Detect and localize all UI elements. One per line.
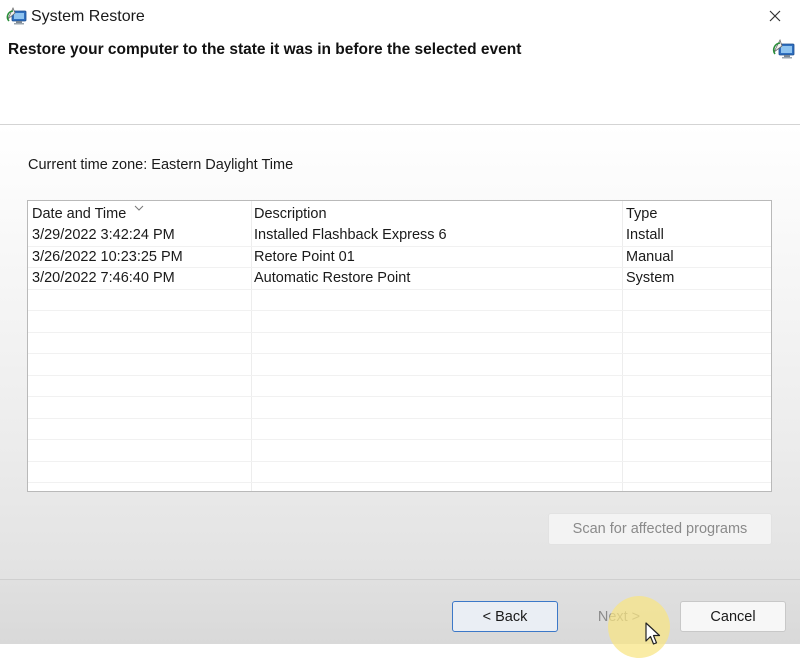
dialog-footer: < Back Next > Cancel	[0, 579, 800, 644]
empty-row	[28, 290, 771, 311]
restore-point-type: Manual	[626, 248, 674, 265]
system-restore-icon	[6, 5, 28, 27]
list-item[interactable]: 3/26/2022 10:23:25 PM Retore Point 01 Ma…	[28, 247, 771, 268]
window-title: System Restore	[31, 8, 145, 25]
list-header: Date and Time Description Type	[28, 201, 771, 225]
time-zone-label: Current time zone: Eastern Daylight Time	[28, 157, 294, 173]
empty-row	[28, 354, 771, 376]
system-restore-icon	[772, 36, 796, 62]
empty-row	[28, 333, 771, 354]
close-icon	[769, 10, 781, 22]
restore-point-date: 3/29/2022 3:42:24 PM	[32, 227, 175, 243]
restore-point-date: 3/20/2022 7:46:40 PM	[32, 270, 175, 286]
empty-row	[28, 376, 771, 397]
restore-point-type: System	[626, 270, 675, 286]
cancel-button[interactable]: Cancel	[680, 601, 786, 632]
empty-row	[28, 440, 771, 462]
restore-point-description: Retore Point 01	[254, 248, 355, 265]
restore-point-type: Install	[626, 227, 664, 243]
list-item[interactable]: 3/29/2022 3:42:24 PM Installed Flashback…	[28, 225, 771, 247]
empty-row	[28, 397, 771, 419]
restore-points-list[interactable]: Date and Time Description Type 3/29/2022…	[27, 200, 772, 492]
restore-point-date: 3/26/2022 10:23:25 PM	[32, 248, 183, 265]
scan-affected-programs-button[interactable]: Scan for affected programs	[548, 513, 772, 545]
chevron-down-icon	[134, 203, 144, 214]
empty-row	[28, 311, 771, 333]
back-button[interactable]: < Back	[452, 601, 558, 632]
next-button[interactable]: Next >	[566, 601, 672, 632]
system-restore-window: System Restore Restore your computer to …	[0, 0, 800, 658]
page-title: Restore your computer to the state it wa…	[8, 41, 522, 58]
column-header-date-time[interactable]: Date and Time	[32, 206, 126, 222]
empty-row	[28, 419, 771, 440]
list-item[interactable]: 3/20/2022 7:46:40 PM Automatic Restore P…	[28, 268, 771, 290]
restore-point-description: Installed Flashback Express 6	[254, 227, 447, 243]
column-header-description[interactable]: Description	[254, 206, 327, 222]
main-content: Current time zone: Eastern Daylight Time…	[0, 124, 800, 579]
list-rows: 3/29/2022 3:42:24 PM Installed Flashback…	[28, 225, 771, 483]
restore-point-description: Automatic Restore Point	[254, 270, 411, 286]
empty-row	[28, 462, 771, 483]
column-header-type[interactable]: Type	[626, 206, 657, 222]
close-button[interactable]	[764, 5, 786, 27]
title-bar[interactable]: System Restore	[0, 0, 800, 34]
